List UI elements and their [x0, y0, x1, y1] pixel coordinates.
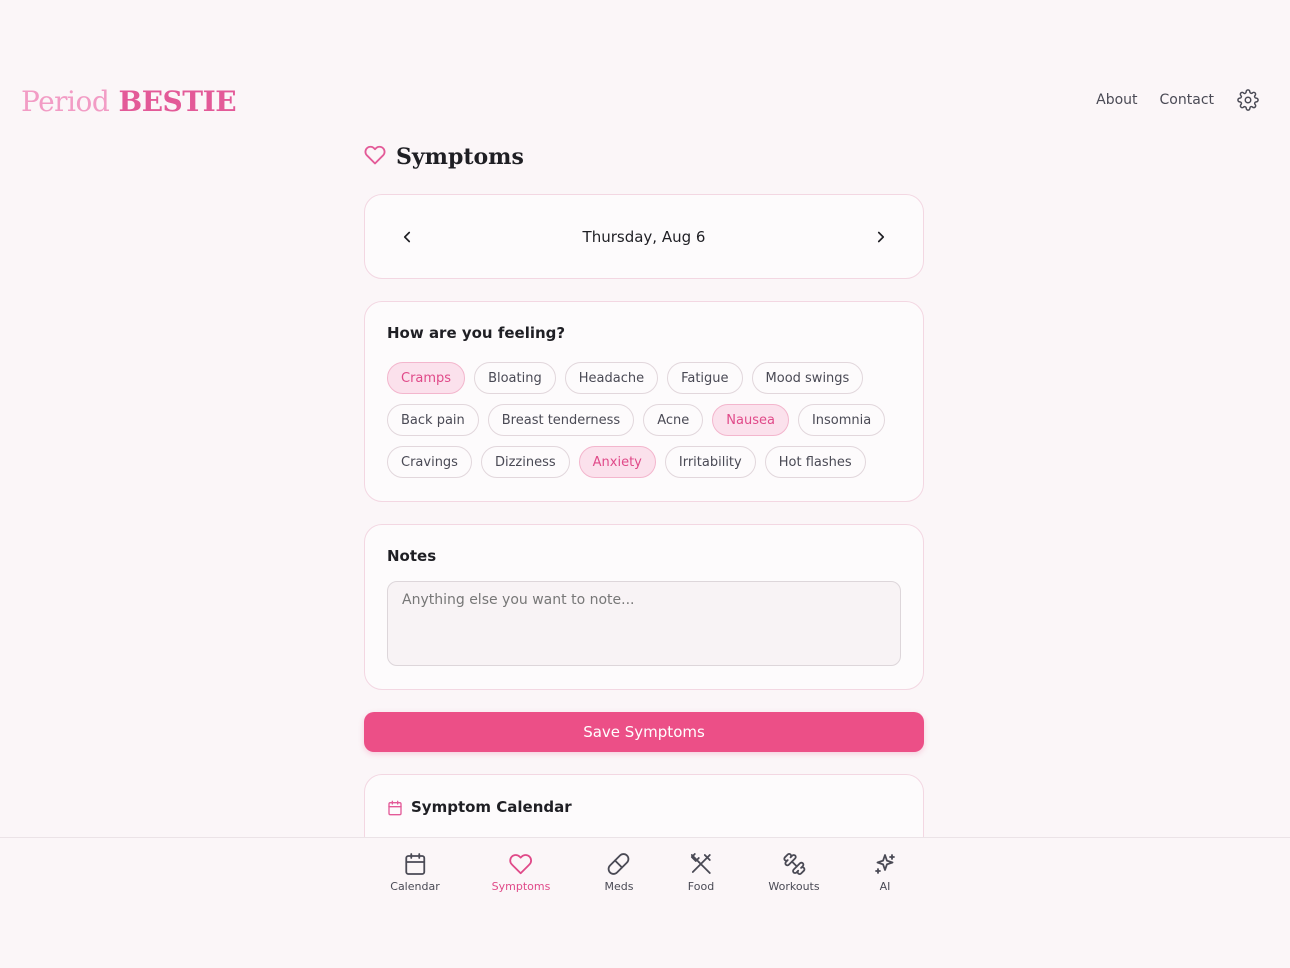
bottom-nav-label: Meds — [604, 880, 634, 893]
brand-part-bestie: BESTIE — [118, 85, 237, 118]
feeling-title: How are you feeling? — [387, 324, 566, 342]
pill-icon — [608, 853, 630, 875]
nav-contact-link[interactable]: Contact — [1160, 92, 1214, 108]
bottom-nav-item-meds[interactable]: Meds — [604, 852, 634, 893]
selected-date: Thursday, Aug 6 — [582, 227, 706, 246]
next-day-button[interactable] — [869, 225, 893, 249]
sparkles-icon — [875, 854, 895, 874]
bottom-nav-item-food[interactable]: Food — [688, 852, 714, 893]
symptom-chip[interactable]: Mood swings — [751, 362, 864, 394]
bottom-nav-item-workouts[interactable]: Workouts — [768, 852, 820, 893]
bottom-nav-label: Calendar — [390, 880, 440, 893]
symptom-chip[interactable]: Cramps — [387, 362, 466, 394]
page-title-row: Symptoms — [364, 142, 924, 172]
symptom-chip-list: Cramps Bloating Headache Fatigue Mood swings… — [387, 362, 901, 478]
symptom-chip[interactable]: Bloating — [474, 362, 556, 394]
symptom-chip[interactable]: Irritability — [664, 446, 756, 478]
bottom-nav-label: Food — [687, 880, 715, 893]
symptom-chip[interactable]: Headache — [564, 362, 659, 394]
heart-icon — [364, 144, 386, 170]
symptom-chip[interactable]: Nausea — [712, 404, 789, 436]
symptom-chip[interactable]: Anxiety — [578, 446, 656, 478]
bottom-nav-label: AI — [879, 880, 891, 893]
app-root: Period BESTIE About Contact Symptoms Thu… — [0, 0, 1290, 968]
utensils-icon — [691, 853, 711, 874]
symptom-chip[interactable]: Acne — [643, 404, 704, 436]
symptom-chip[interactable]: Back pain — [387, 404, 479, 436]
calendar-icon — [405, 853, 425, 875]
heart-icon — [509, 854, 533, 875]
settings-gear-icon[interactable] — [1236, 88, 1260, 112]
top-nav: About Contact — [1096, 88, 1260, 112]
bottom-nav-item-calendar[interactable]: Calendar — [390, 852, 440, 893]
page-title: Symptoms — [396, 144, 524, 170]
notes-card: Notes — [364, 524, 924, 690]
bottom-nav: Calendar Symptoms Meds Food Workouts AI — [0, 837, 1290, 968]
save-symptoms-button[interactable]: Save Symptoms — [364, 712, 924, 752]
symptom-chip[interactable]: Insomnia — [797, 404, 886, 436]
previous-day-button[interactable] — [395, 225, 419, 249]
dumbbell-icon — [783, 853, 805, 875]
symptom-chip[interactable]: Dizziness — [480, 446, 570, 478]
brand-logo[interactable]: Period BESTIE — [21, 85, 237, 118]
chevron-right-icon — [877, 231, 885, 242]
symptom-chip[interactable]: Breast tenderness — [487, 404, 635, 436]
bottom-nav-label: Symptoms — [491, 880, 551, 893]
bottom-nav-item-ai[interactable]: AI — [873, 852, 897, 893]
notes-title: Notes — [387, 547, 437, 565]
brand-part-period: Period — [21, 85, 110, 118]
calendar-icon — [387, 797, 403, 820]
symptom-calendar-title: Symptom Calendar — [411, 798, 572, 816]
symptom-chip[interactable]: Hot flashes — [764, 446, 866, 478]
bottom-nav-label: Workouts — [768, 880, 820, 893]
symptom-chip[interactable]: Fatigue — [667, 362, 743, 394]
nav-about-link[interactable]: About — [1096, 92, 1137, 108]
date-picker-card: Thursday, Aug 6 — [364, 194, 924, 279]
feeling-card: How are you feeling? Cramps Bloating Heada… — [364, 301, 924, 502]
chevron-left-icon — [403, 231, 411, 242]
bottom-nav-item-symptoms[interactable]: Symptoms — [491, 852, 551, 893]
notes-textarea[interactable] — [387, 581, 901, 666]
symptom-chip[interactable]: Cravings — [387, 446, 472, 478]
symptoms-main: Symptoms Thursday, Aug 6 How are you fee… — [364, 142, 924, 854]
